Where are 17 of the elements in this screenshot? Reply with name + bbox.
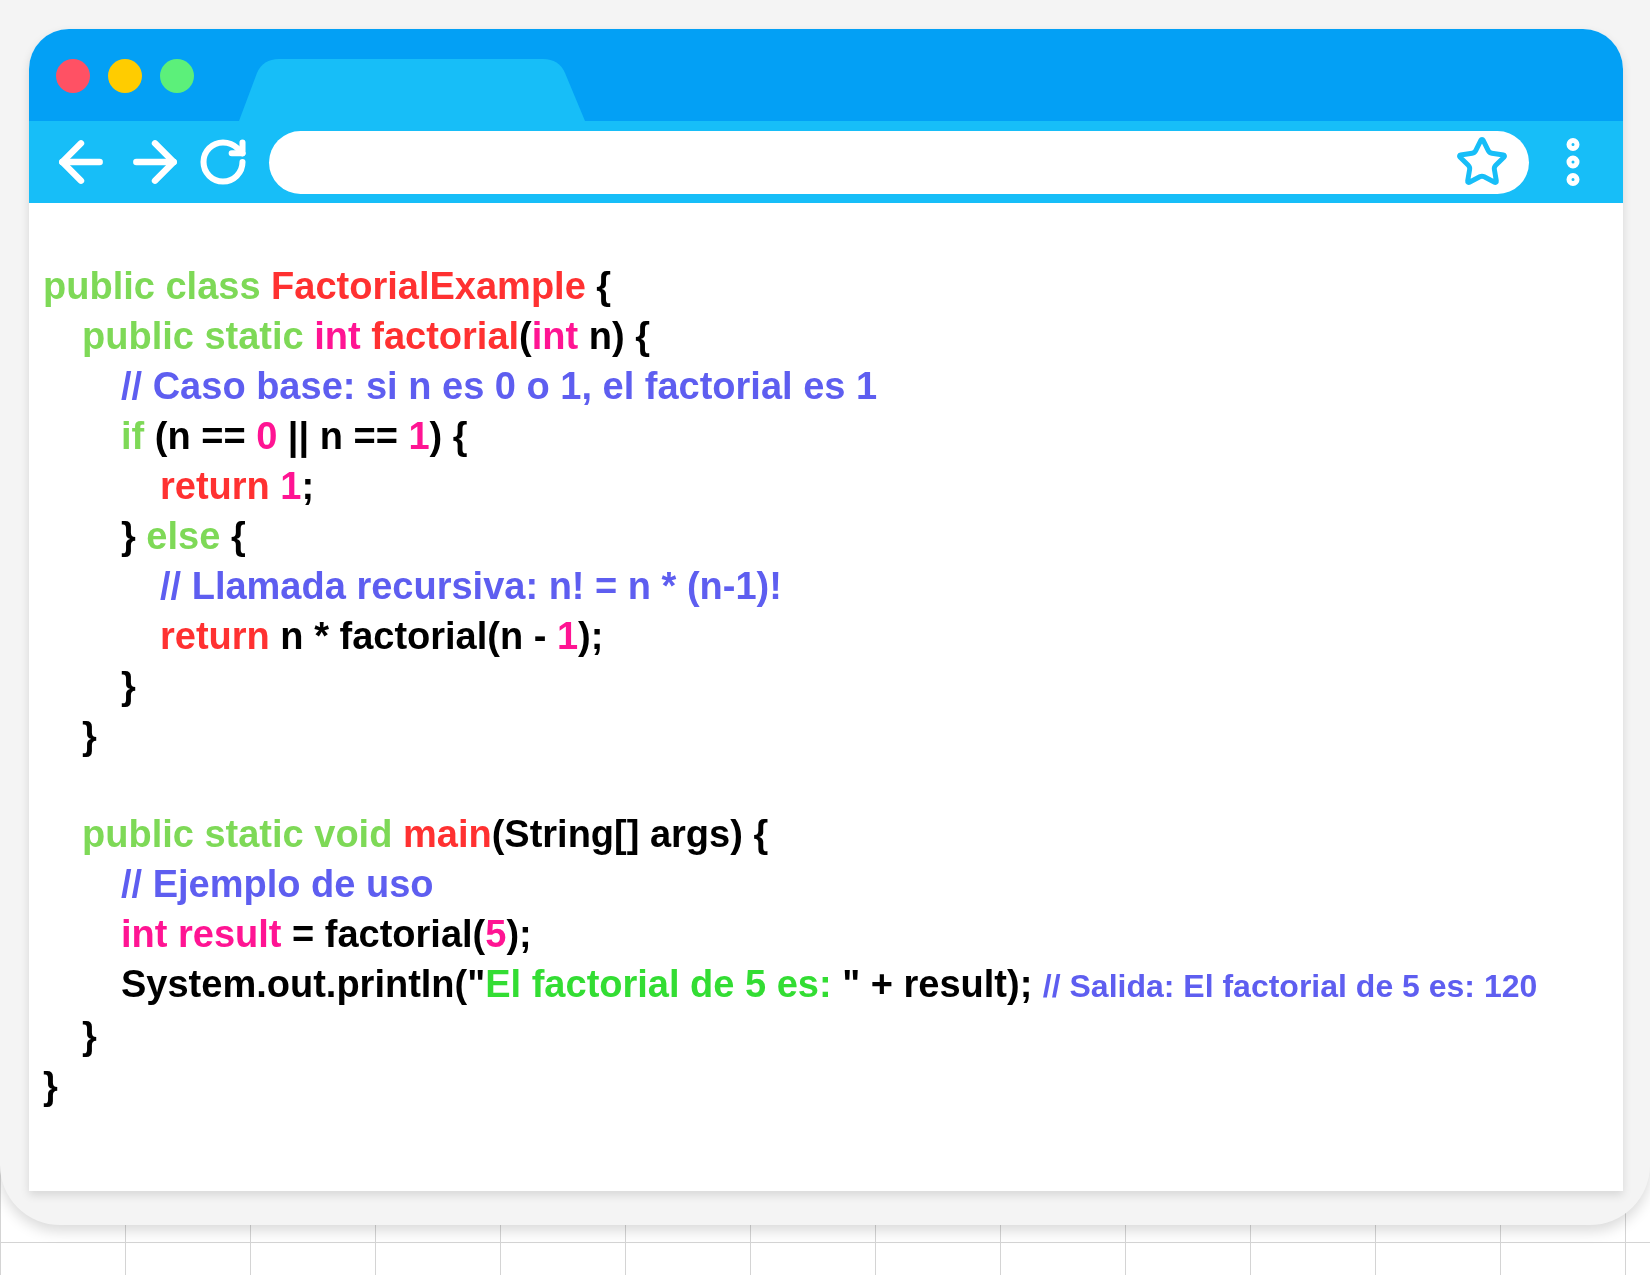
code-line: public static int factorial(int n) { bbox=[82, 314, 650, 359]
code-line: } bbox=[121, 664, 136, 709]
code-line: return n * factorial(n - 1); bbox=[160, 614, 604, 659]
code-line: return 1; bbox=[160, 464, 315, 509]
code-line: public class FactorialExample { bbox=[43, 264, 612, 309]
code-line: int result = factorial(5); bbox=[121, 912, 532, 957]
code-line: } bbox=[43, 1064, 58, 1109]
code-line: if (n == 0 || n == 1) { bbox=[121, 414, 468, 460]
code-line: // Llamada recursiva: n! = n * (n-1)! bbox=[160, 564, 782, 609]
code-line: } else { bbox=[121, 514, 246, 559]
code-line: } bbox=[82, 714, 97, 759]
code-line: } bbox=[82, 1014, 97, 1059]
code-line: public static void main(String[] args) { bbox=[82, 812, 769, 857]
code-line: // Caso base: si n es 0 o 1, el factorial es 1 bbox=[121, 364, 878, 409]
code-line: // Ejemplo de uso bbox=[121, 862, 434, 907]
browser-tab[interactable] bbox=[239, 59, 585, 121]
code-line: System.out.println("El factorial de 5 es: " + result); // Salida: El factorial de 5 es: 120 bbox=[121, 962, 1538, 1007]
